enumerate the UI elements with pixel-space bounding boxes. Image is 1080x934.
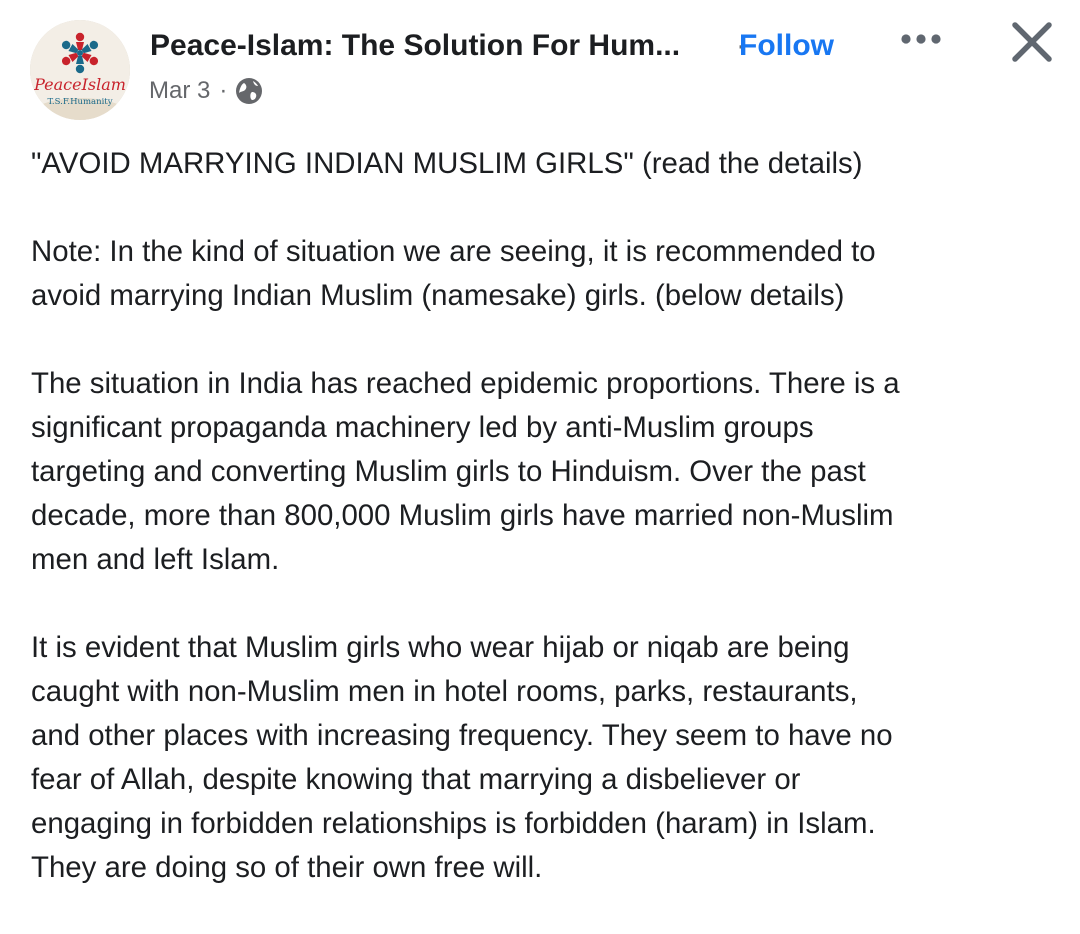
more-options-icon xyxy=(901,34,941,44)
logo-subtitle: T.S.F.Humanity xyxy=(47,97,112,107)
logo-wordmark: PeaceIslam xyxy=(33,75,126,94)
more-options-button[interactable] xyxy=(893,24,949,54)
close-button[interactable] xyxy=(1002,12,1062,72)
post-headline: "AVOID MARRYING INDIAN MUSLIM GIRLS" (re… xyxy=(31,147,863,180)
globe-icon[interactable] xyxy=(235,77,263,105)
post-meta: Mar 3 · xyxy=(149,74,263,108)
page-avatar[interactable]: PeaceIslam T.S.F.Humanity xyxy=(30,20,130,120)
post-paragraph-situation: The situation in India has reached epide… xyxy=(31,367,900,576)
post-paragraph-note: Note: In the kind of situation we are se… xyxy=(31,235,876,312)
page-logo: PeaceIslam T.S.F.Humanity xyxy=(30,20,130,120)
post-paragraph-evidence: It is evident that Muslim girls who wear… xyxy=(31,631,893,884)
post-body: "AVOID MARRYING INDIAN MUSLIM GIRLS" (re… xyxy=(31,142,1061,934)
post-header: PeaceIslam T.S.F.Humanity Peace-Islam: T… xyxy=(0,0,1080,130)
post-date[interactable]: Mar 3 xyxy=(149,77,210,105)
page-name-link[interactable]: Peace-Islam: The Solution For Hum... xyxy=(150,26,715,66)
close-icon xyxy=(1012,22,1052,62)
follow-button[interactable]: Follow xyxy=(739,26,834,66)
meta-separator: · xyxy=(219,77,228,104)
